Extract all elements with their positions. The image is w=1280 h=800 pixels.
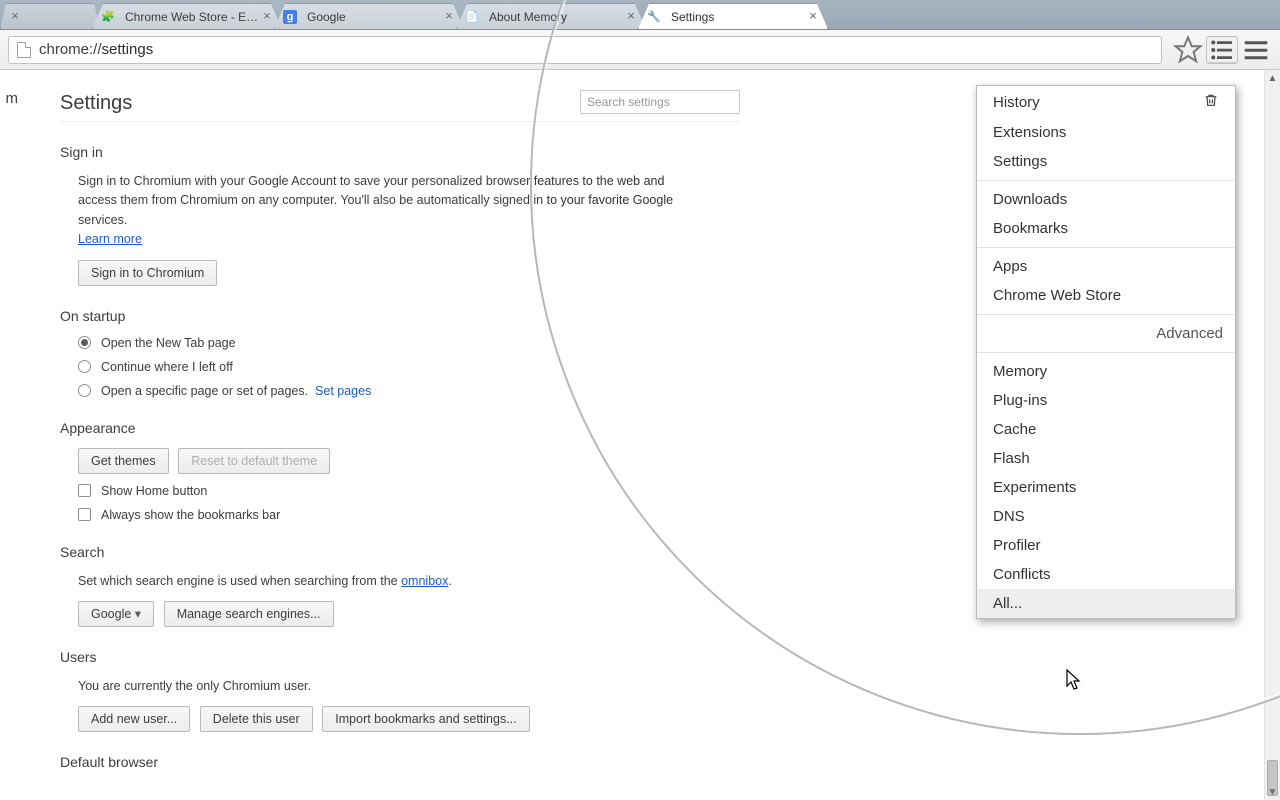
menu-item[interactable]: Experiments — [977, 473, 1235, 502]
tab-title: Google — [307, 10, 443, 24]
section-appearance: Appearance Get themes Reset to default t… — [60, 420, 740, 522]
menu-item[interactable]: Profiler — [977, 531, 1235, 560]
omnibox-link[interactable]: omnibox — [401, 574, 448, 588]
nav-tail-letter: m — [0, 70, 20, 800]
tab-strip: × 🧩 Chrome Web Store - Exten × g Google … — [0, 0, 1280, 30]
radio-icon[interactable] — [78, 384, 91, 397]
search-input[interactable]: Search settings — [580, 90, 740, 114]
browser-tab[interactable]: × — [0, 3, 100, 29]
list-icon[interactable] — [1206, 36, 1238, 64]
set-pages-link[interactable]: Set pages — [315, 384, 371, 398]
cursor-icon — [1063, 668, 1083, 692]
menu-separator — [977, 180, 1235, 181]
section-heading: Appearance — [60, 420, 740, 436]
menu-separator — [977, 247, 1235, 248]
section-heading: On startup — [60, 308, 740, 324]
menu-item[interactable]: All... — [977, 589, 1235, 618]
radio-icon[interactable] — [78, 360, 91, 373]
section-heading: Sign in — [60, 144, 740, 160]
menu-item[interactable]: Apps — [977, 252, 1235, 281]
section-signin: Sign in Sign in to Chromium with your Go… — [60, 144, 740, 286]
signin-button[interactable]: Sign in to Chromium — [78, 260, 217, 286]
get-themes-button[interactable]: Get themes — [78, 448, 169, 474]
menu-item[interactable]: Settings — [977, 147, 1235, 176]
menu-item[interactable]: Downloads — [977, 185, 1235, 214]
webstore-icon: 🧩 — [101, 10, 115, 24]
url-path: settings — [102, 41, 154, 58]
star-icon[interactable] — [1172, 36, 1204, 64]
browser-toolbar: chrome://settings — [0, 30, 1280, 70]
radio-icon[interactable] — [78, 336, 91, 349]
settings-content: Settings Search settings Sign in Sign in… — [20, 70, 780, 800]
page-icon — [17, 42, 31, 58]
url-scheme: chrome:// — [39, 41, 102, 58]
menu-item[interactable]: History — [977, 86, 1235, 118]
close-icon[interactable]: × — [807, 11, 819, 23]
menu-item[interactable]: Extensions — [977, 118, 1235, 147]
vertical-scrollbar[interactable]: ▲ ▼ — [1264, 70, 1280, 800]
browser-tab[interactable]: g Google × — [274, 3, 464, 29]
menu-item[interactable]: Flash — [977, 444, 1235, 473]
close-icon[interactable]: × — [443, 11, 455, 23]
extension-menu-popup: HistoryExtensionsSettings DownloadsBookma… — [976, 85, 1236, 619]
browser-tab[interactable]: 📄 About Memory × — [456, 3, 646, 29]
menu-item[interactable]: Cache — [977, 415, 1235, 444]
checkbox-icon[interactable] — [78, 508, 91, 521]
close-icon[interactable]: × — [261, 11, 273, 23]
document-icon: 📄 — [465, 10, 479, 24]
browser-tab[interactable]: 🧩 Chrome Web Store - Exten × — [92, 3, 282, 29]
menu-icon[interactable] — [1240, 36, 1272, 64]
menu-item[interactable]: Chrome Web Store — [977, 281, 1235, 310]
trash-icon[interactable] — [1203, 92, 1219, 112]
menu-separator — [977, 352, 1235, 353]
page-title: Settings Search settings — [60, 92, 740, 122]
menu-item[interactable]: Conflicts — [977, 560, 1235, 589]
omnibox[interactable]: chrome://settings — [8, 36, 1162, 64]
menu-item[interactable]: DNS — [977, 502, 1235, 531]
tab-title: About Memory — [489, 10, 625, 24]
menu-advanced-label: Advanced — [977, 319, 1235, 348]
search-engine-dropdown[interactable]: Google — [78, 601, 154, 627]
section-search: Search Set which search engine is used w… — [60, 544, 740, 627]
section-startup: On startup Open the New Tab page Continu… — [60, 308, 740, 398]
tab-title: Chrome Web Store - Exten — [125, 10, 261, 24]
section-body: Set which search engine is used when sea… — [78, 572, 698, 591]
scroll-up-icon[interactable]: ▲ — [1265, 70, 1280, 86]
radio-option[interactable]: Open the New Tab page — [78, 336, 740, 350]
browser-tab-active[interactable]: 🔧 Settings × — [638, 3, 828, 29]
wrench-icon: 🔧 — [647, 10, 661, 24]
radio-option[interactable]: Open a specific page or set of pages. Se… — [78, 384, 740, 398]
tab-title: Settings — [671, 10, 807, 24]
menu-item[interactable]: Bookmarks — [977, 214, 1235, 243]
scroll-down-icon[interactable]: ▼ — [1265, 784, 1280, 800]
section-heading: Search — [60, 544, 740, 560]
google-icon: g — [283, 10, 297, 24]
menu-item[interactable]: Memory — [977, 357, 1235, 386]
section-users: Users You are currently the only Chromiu… — [60, 649, 740, 732]
close-icon[interactable]: × — [9, 11, 21, 23]
import-button[interactable]: Import bookmarks and settings... — [322, 706, 529, 732]
checkbox-option[interactable]: Show Home button — [78, 484, 740, 498]
reset-theme-button[interactable]: Reset to default theme — [178, 448, 330, 474]
menu-separator — [977, 314, 1235, 315]
radio-option[interactable]: Continue where I left off — [78, 360, 740, 374]
close-icon[interactable]: × — [625, 11, 637, 23]
section-body: You are currently the only Chromium user… — [78, 677, 698, 696]
learn-more-link[interactable]: Learn more — [78, 232, 142, 246]
section-heading: Default browser — [60, 754, 740, 770]
menu-item[interactable]: Plug-ins — [977, 386, 1235, 415]
checkbox-icon[interactable] — [78, 484, 91, 497]
manage-engines-button[interactable]: Manage search engines... — [164, 601, 334, 627]
add-user-button[interactable]: Add new user... — [78, 706, 190, 732]
checkbox-option[interactable]: Always show the bookmarks bar — [78, 508, 740, 522]
section-body: Sign in to Chromium with your Google Acc… — [78, 172, 698, 250]
delete-user-button[interactable]: Delete this user — [200, 706, 313, 732]
section-heading: Users — [60, 649, 740, 665]
section-default-browser: Default browser — [60, 754, 740, 770]
